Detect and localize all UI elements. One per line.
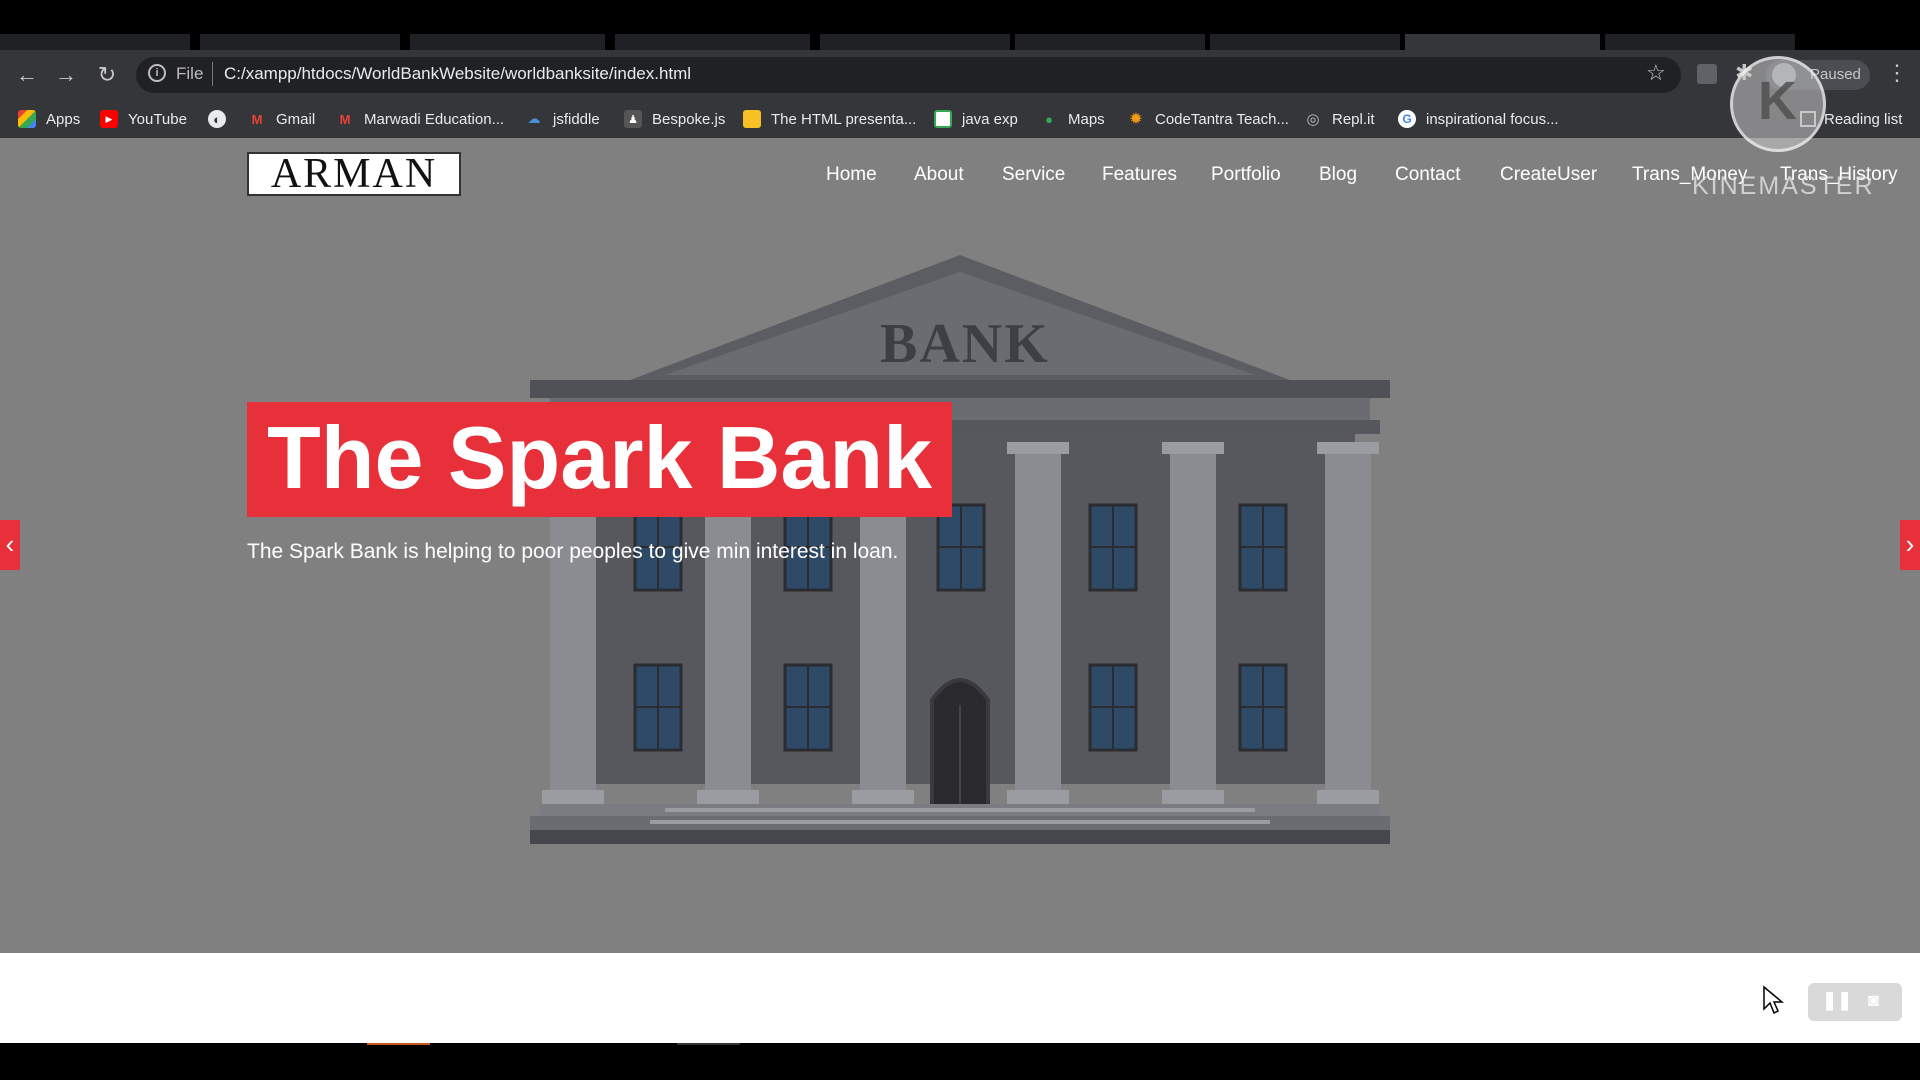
bookmark-label: Repl.it	[1332, 110, 1375, 128]
bookmark-inspirational[interactable]: G inspirational focus...	[1398, 106, 1559, 132]
bookmark-label: jsfiddle	[553, 110, 600, 128]
hero-title: The Spark Bank	[266, 408, 933, 507]
bookmark-label: Marwadi Education...	[364, 110, 505, 128]
tab[interactable]	[1210, 34, 1400, 50]
nav-createuser[interactable]: CreateUser	[1500, 164, 1597, 186]
apps-grid-icon	[18, 110, 36, 128]
google-sheets-icon	[934, 110, 952, 128]
bookmark-globe[interactable]: ◐	[208, 106, 236, 132]
info-icon[interactable]: i	[148, 64, 166, 82]
tab[interactable]	[615, 34, 810, 50]
bookmark-label: CodeTantra Teach...	[1155, 110, 1289, 128]
bookmark-label: YouTube	[128, 110, 187, 128]
sun-icon: ✹	[1129, 111, 1143, 128]
bookmark-label: Apps	[46, 110, 81, 128]
maps-pin-icon: ●	[1045, 111, 1053, 127]
url-text[interactable]: C:/xampp/htdocs/WorldBankWebsite/worldba…	[224, 64, 691, 84]
gmail-icon: M	[339, 111, 351, 127]
replit-icon: ◎	[1306, 111, 1320, 128]
bookmark-youtube[interactable]: ▶ YouTube	[100, 106, 187, 132]
extension-icon[interactable]	[1697, 64, 1717, 84]
bookmark-label: Gmail	[276, 110, 316, 128]
url-scheme-label: File	[176, 64, 204, 83]
youtube-icon: ▶	[100, 110, 118, 128]
nav-blog[interactable]: Blog	[1319, 164, 1357, 186]
reload-icon[interactable]: ↻	[94, 62, 120, 88]
tab[interactable]	[1605, 34, 1795, 50]
carousel-prev-button[interactable]: ‹	[0, 520, 20, 570]
nav-about[interactable]: About	[914, 164, 964, 186]
nav-contact[interactable]: Contact	[1395, 164, 1460, 186]
folder-icon	[743, 110, 761, 128]
forward-icon[interactable]: →	[53, 62, 79, 88]
menu-kebab-icon[interactable]: ⋮	[1886, 60, 1908, 86]
bank-sign-text: BANK	[880, 313, 1050, 375]
tab-strip	[0, 0, 1920, 50]
bookmark-star-icon[interactable]: ☆	[1646, 60, 1666, 86]
bookmark-maps[interactable]: ● Maps	[1040, 106, 1105, 132]
tab[interactable]	[200, 34, 400, 50]
bookmark-label: Bespoke.js	[652, 110, 726, 128]
carousel-next-button[interactable]: ›	[1900, 520, 1920, 570]
bookmark-codetantra[interactable]: ✹ CodeTantra Teach...	[1127, 106, 1289, 132]
bookmark-marwadi[interactable]: M Marwadi Education...	[336, 106, 505, 132]
pause-icon[interactable]: ❚❚	[1822, 990, 1852, 1011]
progress-marker	[367, 1043, 430, 1045]
nav-portfolio[interactable]: Portfolio	[1211, 164, 1281, 186]
bespoke-icon: ♟	[624, 110, 642, 128]
page-lower-section	[0, 953, 1920, 1043]
nav-features[interactable]: Features	[1102, 164, 1177, 186]
tab-active[interactable]	[1405, 34, 1600, 50]
tab[interactable]	[0, 34, 190, 50]
gmail-icon: M	[251, 111, 263, 127]
tab[interactable]	[820, 34, 1010, 50]
hero-subtitle: The Spark Bank is helping to poor people…	[247, 540, 899, 563]
nav-service[interactable]: Service	[1002, 164, 1065, 186]
bookmark-java-exp[interactable]: java exp	[934, 106, 1018, 132]
screen: ← → ↻ i File C:/xampp/htdocs/WorldBankWe…	[0, 0, 1920, 1080]
bookmark-label: Maps	[1068, 110, 1105, 128]
tab[interactable]	[1015, 34, 1205, 50]
nav-home[interactable]: Home	[826, 164, 877, 186]
cloud-icon: ☁	[527, 111, 541, 126]
google-icon: G	[1398, 110, 1416, 128]
reading-list-label: Reading list	[1824, 110, 1903, 128]
bookmark-gmail[interactable]: M Gmail	[248, 106, 316, 132]
kinemaster-glyph: K	[1758, 71, 1797, 131]
video-bottom-bar	[0, 1043, 1920, 1080]
site-logo[interactable]: ARMAN	[247, 152, 461, 196]
bookmark-apps[interactable]: Apps	[18, 106, 80, 132]
url-separator	[212, 62, 213, 86]
camera-icon[interactable]: ◙	[1868, 990, 1879, 1011]
globe-icon: ◐	[208, 110, 226, 128]
progress-marker	[677, 1043, 740, 1045]
bookmark-label: inspirational focus...	[1426, 110, 1559, 128]
bookmark-html-presentation[interactable]: The HTML presenta...	[743, 106, 916, 132]
mouse-cursor-icon	[1763, 985, 1784, 1015]
bookmark-jsfiddle[interactable]: ☁ jsfiddle	[525, 106, 600, 132]
bookmark-replit[interactable]: ◎ Repl.it	[1304, 106, 1375, 132]
bookmark-label: The HTML presenta...	[771, 110, 917, 128]
logo-text: ARMAN	[270, 151, 438, 197]
tab[interactable]	[410, 34, 605, 50]
watermark-text: KINEMASTER	[1692, 172, 1875, 200]
bookmark-bespoke[interactable]: ♟ Bespoke.js	[624, 106, 725, 132]
back-icon[interactable]: ←	[14, 62, 40, 88]
bookmark-label: java exp	[962, 110, 1018, 128]
